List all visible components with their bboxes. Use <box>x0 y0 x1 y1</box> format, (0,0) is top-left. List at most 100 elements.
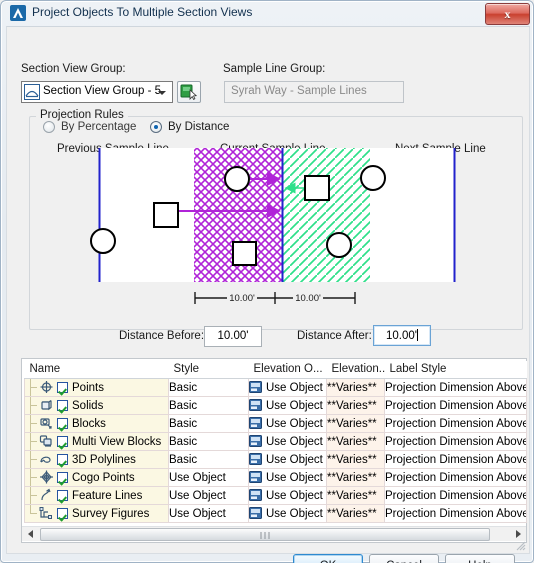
cell-elevation-options[interactable]: Use Object <box>248 432 327 451</box>
cell-name[interactable]: Blocks <box>24 414 169 433</box>
tree-connector-icon <box>26 433 40 450</box>
cell-elevation[interactable]: **Varies** <box>326 450 385 469</box>
column-header-style[interactable]: Style <box>168 361 249 379</box>
column-header-elevation[interactable]: Elevation... <box>326 361 385 379</box>
radio-by-percentage[interactable]: By Percentage <box>43 121 136 133</box>
radio-by-percentage-label: By Percentage <box>61 121 137 133</box>
cell-label-style[interactable]: Projection Dimension Above <box>384 486 527 505</box>
autocad-civil3d-icon <box>10 5 26 21</box>
elevation-options-icon <box>249 507 264 520</box>
row-checkbox[interactable] <box>57 418 68 429</box>
cell-name[interactable]: Multi View Blocks <box>24 432 169 451</box>
cell-label-style[interactable]: Projection Dimension Above <box>384 468 527 487</box>
resize-grip-icon[interactable] <box>514 538 526 551</box>
cell-elevation-options[interactable]: Use Object <box>248 414 327 433</box>
row-checkbox[interactable] <box>57 382 68 393</box>
cell-label-style[interactable]: Projection Dimension Above <box>384 396 527 415</box>
distance-before-input[interactable]: 10.00' <box>204 326 262 347</box>
ok-button[interactable]: OK <box>293 554 363 563</box>
cell-style[interactable]: Basic <box>168 378 249 397</box>
distance-after-value: 10.00' <box>386 330 417 342</box>
chevron-down-icon <box>158 91 166 95</box>
cell-elevation[interactable]: **Varies** <box>326 414 385 433</box>
pick-in-drawing-button[interactable] <box>177 81 201 103</box>
elevation-options-label: Use Object <box>266 435 323 448</box>
table-row[interactable]: Feature Lines Use Object Use Object **Varie… <box>24 486 527 505</box>
distance-after-input[interactable]: 10.00' <box>373 325 431 346</box>
point-icon <box>39 380 56 395</box>
sample-line-group-field: Syrah Way - Sample Lines <box>224 81 404 103</box>
cell-label-style[interactable]: Projection Dimension Above <box>384 378 527 397</box>
cell-style[interactable]: Basic <box>168 396 249 415</box>
cell-elevation[interactable]: **Varies** <box>326 378 385 397</box>
table-row[interactable]: Points Basic Use Object **Varies** Projectio… <box>24 378 527 397</box>
dim-after-text: 10.00' <box>295 293 321 304</box>
cogo-point-icon <box>39 470 56 485</box>
row-name-label: Survey Figures <box>72 507 150 520</box>
table-row[interactable]: Blocks Basic Use Object **Varies** Projectio… <box>24 414 527 433</box>
cell-style[interactable]: Use Object <box>168 504 249 523</box>
window-title: Project Objects To Multiple Section View… <box>32 5 253 19</box>
row-name-label: Cogo Points <box>72 471 135 484</box>
column-header-label-style[interactable]: Label Style <box>384 361 527 379</box>
cell-elevation[interactable]: **Varies** <box>326 432 385 451</box>
table-row[interactable]: Multi View Blocks Basic Use Object **Varies… <box>24 432 527 451</box>
cell-style[interactable]: Basic <box>168 432 249 451</box>
section-view-group-combo[interactable]: Section View Group - 5 <box>21 81 173 103</box>
elevation-options-label: Use Object <box>266 453 323 466</box>
scroll-left-arrow-icon[interactable] <box>22 527 38 541</box>
cell-label-style[interactable]: Projection Dimension Above <box>384 504 527 523</box>
close-button[interactable]: x <box>485 3 530 25</box>
dim-before-text: 10.00' <box>229 293 255 304</box>
cell-label-style[interactable]: Projection Dimension Above <box>384 432 527 451</box>
grid-body: Points Basic Use Object **Varies** Projectio… <box>24 378 527 523</box>
row-checkbox[interactable] <box>57 490 68 501</box>
help-button[interactable]: Help <box>445 554 515 563</box>
table-row[interactable]: 3D Polylines Basic Use Object **Varies** Pro… <box>24 450 527 469</box>
title-bar: Project Objects To Multiple Section View… <box>1 1 534 26</box>
cell-name[interactable]: Survey Figures <box>24 504 169 523</box>
scrollbar-thumb[interactable] <box>40 528 490 541</box>
cell-style[interactable]: Use Object <box>168 468 249 487</box>
cell-elevation[interactable]: **Varies** <box>326 468 385 487</box>
table-row[interactable]: Solids Basic Use Object **Varies** Projectio… <box>24 396 527 415</box>
cell-elevation-options[interactable]: Use Object <box>248 486 327 505</box>
cell-elevation-options[interactable]: Use Object <box>248 396 327 415</box>
row-checkbox[interactable] <box>57 508 68 519</box>
radio-by-distance[interactable]: By Distance <box>150 121 229 133</box>
tree-connector-icon <box>26 415 40 432</box>
cancel-button[interactable]: Cancel <box>369 554 439 563</box>
cell-elevation-options[interactable]: Use Object <box>248 468 327 487</box>
table-row[interactable]: Cogo Points Use Object Use Object **Varies*… <box>24 468 527 487</box>
row-checkbox[interactable] <box>57 400 68 411</box>
row-checkbox[interactable] <box>57 454 68 465</box>
cell-elevation[interactable]: **Varies** <box>326 486 385 505</box>
cell-name[interactable]: Points <box>24 378 169 397</box>
cell-style[interactable]: Basic <box>168 450 249 469</box>
projection-preview-diagram: 10.00' 10.00' <box>90 148 456 304</box>
cell-style[interactable]: Use Object <box>168 486 249 505</box>
table-row[interactable]: Survey Figures Use Object Use Object **Vari… <box>24 504 527 523</box>
horizontal-scrollbar[interactable] <box>22 526 526 541</box>
cell-name[interactable]: Feature Lines <box>24 486 169 505</box>
multi-view-block-icon <box>39 434 56 449</box>
column-header-elevation-options[interactable]: Elevation O... <box>248 361 327 379</box>
cell-elevation-options[interactable]: Use Object <box>248 504 327 523</box>
cell-label-style[interactable]: Projection Dimension Above <box>384 414 527 433</box>
row-checkbox[interactable] <box>57 472 68 483</box>
radio-by-distance-label: By Distance <box>168 121 230 133</box>
row-checkbox[interactable] <box>57 436 68 447</box>
cell-name[interactable]: 3D Polylines <box>24 450 169 469</box>
cell-label-style[interactable]: Projection Dimension Above <box>384 450 527 469</box>
column-header-name[interactable]: Name <box>24 361 169 379</box>
object-types-table: Name Style Elevation O... Elevation... L… <box>21 358 527 543</box>
cell-elevation[interactable]: **Varies** <box>326 504 385 523</box>
cell-elevation-options[interactable]: Use Object <box>248 450 327 469</box>
solid-icon <box>39 398 56 413</box>
cell-elevation-options[interactable]: Use Object <box>248 378 327 397</box>
cell-style[interactable]: Basic <box>168 414 249 433</box>
cell-elevation[interactable]: **Varies** <box>326 396 385 415</box>
tree-connector-icon <box>26 505 40 522</box>
cell-name[interactable]: Solids <box>24 396 169 415</box>
cell-name[interactable]: Cogo Points <box>24 468 169 487</box>
